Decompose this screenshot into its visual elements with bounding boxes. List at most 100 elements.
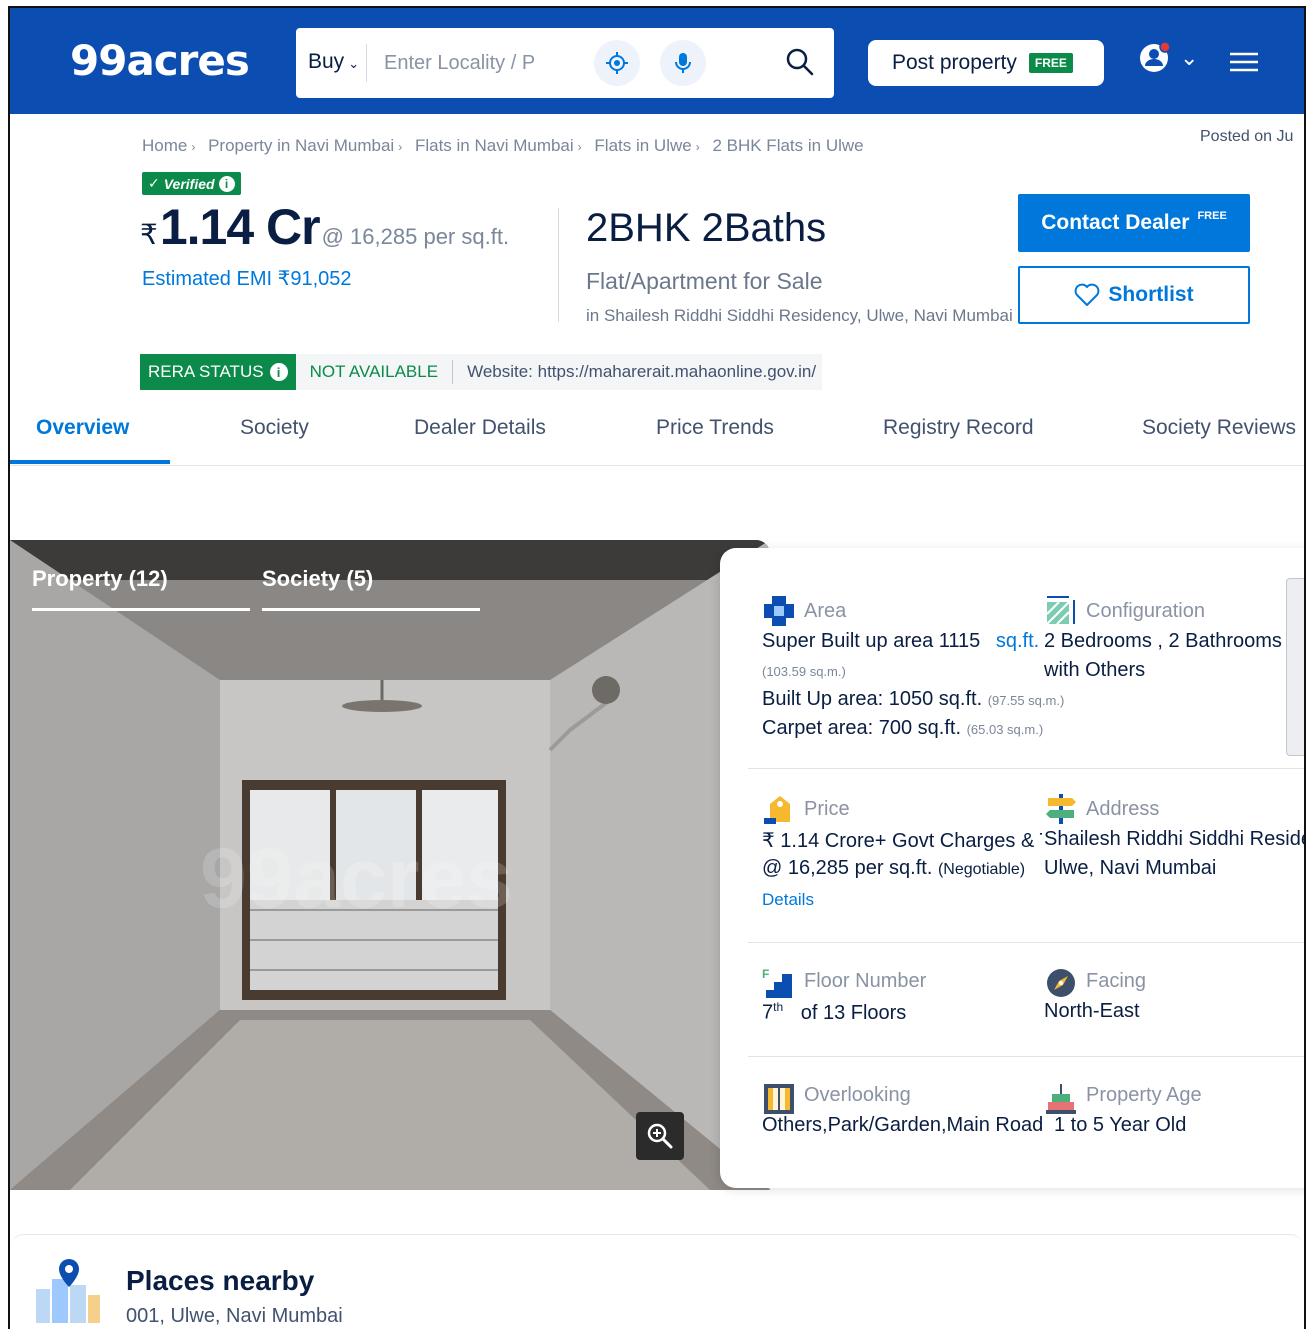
estimated-emi-link[interactable]: Estimated EMI ₹91,052 [142, 266, 352, 291]
shortlist-label: Shortlist [1108, 283, 1194, 306]
area-icon [764, 596, 794, 626]
listing-location: in Shailesh Riddhi Siddhi Residency, Ulw… [586, 306, 1013, 325]
price-total: ₹ 1.14 Crore+ Govt Charges & Tax [762, 830, 1042, 852]
property-age-value: 1 to 5 Year Old [1054, 1114, 1187, 1136]
places-nearby-address: 001, Ulwe, Navi Mumbai [126, 1305, 343, 1327]
floor-number: 7 [762, 1001, 774, 1024]
super-built-up-area: Super Built up area 1115 sq.ft. [762, 630, 1039, 653]
side-scroll-handle[interactable] [1286, 578, 1304, 756]
configuration-rooms: 2 Bedrooms , 2 Bathrooms [1044, 630, 1282, 652]
configuration-title: Configuration [1086, 600, 1205, 622]
verified-badge: ✓ Verified i [142, 172, 241, 195]
contact-dealer-button[interactable]: Contact Dealer FREE [1018, 194, 1250, 252]
listing-title: 2BHK 2Baths [586, 206, 827, 250]
price-tag-icon [764, 796, 790, 824]
configuration-others: with Others [1044, 659, 1146, 681]
floor-suffix: th [773, 1000, 784, 1014]
search-button[interactable] [780, 42, 820, 82]
property-age-title: Property Age [1086, 1084, 1202, 1106]
section-tabs: Overview Society Dealer Details Price Tr… [10, 406, 1304, 466]
posted-on-date: Posted on Ju [1200, 128, 1294, 145]
divider [748, 942, 1304, 943]
price-details-link[interactable]: Details [762, 890, 814, 910]
compass-icon [1047, 969, 1075, 997]
gallery-tab-society[interactable]: Society (5) [262, 566, 373, 592]
price-title: Price [804, 798, 850, 820]
breadcrumb-item[interactable]: Property in Navi Mumbai [208, 136, 394, 155]
gallery-tab-underline [32, 608, 250, 611]
floor-number-title: Floor Number [804, 970, 927, 992]
browser-viewport: 99acres Buy ⌄ Enter Locality / P Post pr… [8, 6, 1306, 1329]
places-nearby-title: Places nearby [126, 1265, 315, 1296]
photo-gallery[interactable]: 99acres Property (12) Society (5) [10, 540, 770, 1190]
user-account-icon [1140, 41, 1171, 72]
info-icon[interactable]: i [218, 175, 235, 192]
carpet-area: Carpet area: 700 sq.ft. (65.03 sq.m.) [762, 717, 1043, 740]
search-bar: Buy ⌄ [296, 28, 834, 98]
map-pin-buildings-icon [36, 1259, 100, 1323]
hamburger-menu-button[interactable] [1228, 50, 1260, 74]
info-icon[interactable]: i [269, 363, 288, 381]
divider [748, 768, 1304, 769]
area-unit-dropdown[interactable]: sq.ft. [996, 630, 1039, 652]
price-per-sqft-value: @ 16,285 per sq.ft. [762, 857, 933, 879]
microphone-icon [675, 53, 691, 73]
property-details-panel: Area Super Built up area 1115 sq.ft. (10… [720, 548, 1304, 1188]
built-up-area: Built Up area: 1050 sq.ft. (97.55 sq.m.) [762, 688, 1064, 711]
breadcrumb-item[interactable]: Home [142, 136, 187, 155]
carpet-value: Carpet area: 700 sq.ft. [762, 717, 962, 739]
built-up-sqm: (97.55 sq.m.) [987, 693, 1065, 708]
super-built-up-value: Super Built up area 1115 [762, 630, 981, 652]
search-mode-dropdown[interactable]: Buy ⌄ [308, 50, 359, 74]
price-per-sqft: @ 16,285 per sq.ft. [321, 224, 510, 249]
tab-registry-record[interactable]: Registry Record [883, 416, 1034, 440]
free-badge: FREE [1028, 53, 1073, 73]
tab-society[interactable]: Society [240, 416, 309, 440]
heart-icon [1075, 283, 1100, 306]
watermark: 99acres [200, 831, 513, 925]
locality-search-input[interactable] [384, 46, 559, 80]
configuration-icon [1046, 596, 1075, 625]
chevron-right-icon: › [695, 140, 700, 154]
rera-status-label: RERA STATUS i [140, 354, 296, 390]
site-logo[interactable]: 99acres [70, 36, 250, 85]
divider [558, 208, 559, 322]
shortlist-button[interactable]: Shortlist [1018, 266, 1250, 324]
svg-text:F: F [762, 967, 769, 981]
listing-subtitle: Flat/Apartment for Sale [586, 268, 823, 294]
gallery-tab-property[interactable]: Property (12) [32, 566, 168, 592]
overlooking-title: Overlooking [804, 1084, 911, 1106]
checkmark-icon: ✓ [148, 175, 160, 191]
active-tab-indicator [10, 460, 170, 464]
user-menu-button[interactable]: ⌄ [1138, 38, 1200, 78]
overlooking-value: Others,Park/Garden,Main Road [762, 1114, 1042, 1136]
chevron-down-icon: ⌄ [348, 56, 360, 71]
chevron-right-icon: › [191, 140, 196, 154]
breadcrumb-item[interactable]: 2 BHK Flats in Ulwe [712, 136, 863, 155]
tab-dealer-details[interactable]: Dealer Details [414, 416, 546, 440]
tab-price-trends[interactable]: Price Trends [656, 416, 774, 440]
chevron-right-icon: › [398, 140, 403, 154]
rera-status-value: NOT AVAILABLE [309, 362, 439, 381]
floor-number-icon: F [762, 967, 792, 998]
zoom-in-icon [647, 1123, 673, 1149]
breadcrumb-item[interactable]: Flats in Navi Mumbai [415, 136, 574, 155]
free-badge: FREE [1197, 210, 1227, 222]
top-header: 99acres Buy ⌄ Enter Locality / P Post pr… [10, 8, 1304, 114]
places-nearby-section: Places nearby 001, Ulwe, Navi Mumbai [10, 1234, 1304, 1329]
breadcrumb-item[interactable]: Flats in Ulwe [594, 136, 691, 155]
rera-status-bar: RERA STATUS i NOT AVAILABLE Website: htt… [140, 354, 823, 390]
zoom-button[interactable] [636, 1112, 684, 1160]
rera-website[interactable]: Website: https://maharerait.mahaonline.g… [453, 354, 822, 390]
signpost-icon [1046, 794, 1076, 824]
price-per-sqft-detail: @ 16,285 per sq.ft. (Negotiable) [762, 857, 1025, 880]
overlooking-window-icon [764, 1084, 794, 1114]
rera-status-text: RERA STATUS [148, 362, 264, 381]
post-property-button[interactable]: Post property FREE [868, 40, 1104, 86]
tab-society-reviews[interactable]: Society Reviews [1142, 416, 1296, 440]
post-property-label: Post property [892, 51, 1017, 74]
tab-overview[interactable]: Overview [36, 416, 129, 440]
voice-search-button[interactable] [660, 40, 706, 86]
locate-me-button[interactable] [594, 40, 640, 86]
carpet-sqm: (65.03 sq.m.) [966, 722, 1044, 737]
